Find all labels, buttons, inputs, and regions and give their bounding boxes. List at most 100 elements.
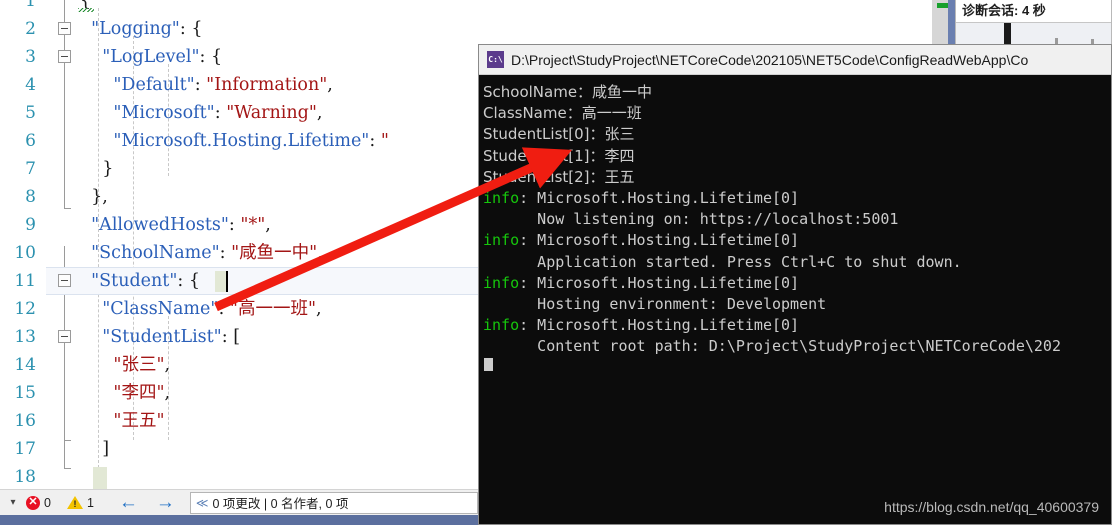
console-line: SchoolName：咸鱼一中 [483, 82, 1111, 103]
diagnostics-title: 诊断会话: 4 秒 [956, 0, 1111, 21]
line-number: 12 [14, 299, 36, 319]
code-token: , [164, 355, 171, 375]
code-line-text: "SchoolName": "咸鱼一中", [80, 239, 323, 267]
code-line[interactable]: 3 "LogLevel": { [0, 43, 478, 71]
code-line-text: "Student": { [80, 267, 200, 295]
editor-status-bar: ▾ ✕ 0 ! 1 ← → ≪ 0 项更改 | 0 名作者, 0 项 [0, 489, 478, 515]
code-line-text: "张三", [80, 351, 170, 379]
code-line-text: "李四", [80, 379, 170, 407]
code-line[interactable]: 12 "ClassName": "高一一班", [0, 295, 478, 323]
code-token: , [164, 383, 171, 403]
diagnostics-panel[interactable]: 诊断会话: 4 秒 [955, 0, 1112, 45]
console-text-segment: info [483, 316, 520, 335]
line-number: 16 [14, 411, 36, 431]
statusbar-dropdown-icon[interactable]: ▾ [0, 497, 26, 508]
console-text-segment: Content root path: D:\Project\StudyProje… [483, 337, 1061, 356]
code-line[interactable]: 14 "张三", [0, 351, 478, 379]
syntax-error-squiggle [78, 8, 94, 12]
console-text-segment: : Microsoft.Hosting.Lifetime[0] [519, 231, 800, 250]
code-line[interactable]: 18 } [0, 463, 478, 491]
diagnostics-green-marker-icon [937, 3, 948, 8]
console-line: info: Microsoft.Hosting.Lifetime[0] [483, 315, 1111, 336]
code-line-text: "AllowedHosts": "*", [80, 211, 271, 239]
source-control-chevron-icon: ≪ [195, 495, 209, 510]
line-number: 1 [25, 0, 36, 11]
code-token: } [80, 159, 114, 179]
line-number: 18 [14, 467, 36, 487]
code-line[interactable]: 8 }, [0, 183, 478, 211]
code-line[interactable]: 13 "StudentList": [ [0, 323, 478, 351]
code-line[interactable]: 1{ [0, 0, 478, 15]
warning-count-item[interactable]: ! 1 [66, 496, 94, 510]
code-line[interactable]: 16 "王五" [0, 407, 478, 435]
line-number: 7 [25, 159, 36, 179]
code-line[interactable]: 9 "AllowedHosts": "*", [0, 211, 478, 239]
line-number: 17 [14, 439, 36, 459]
console-text-segment: StudentList[2]：王五 [483, 167, 635, 186]
fold-toggle-icon[interactable] [58, 330, 71, 343]
code-line[interactable]: 2 "Logging": { [0, 15, 478, 43]
source-control-status[interactable]: ≪ 0 项更改 | 0 名作者, 0 项 [189, 491, 478, 514]
code-token: "高一一班" [229, 299, 317, 319]
code-line-text: "Microsoft.Hosting.Lifetime": " [80, 127, 389, 155]
console-output[interactable]: SchoolName：咸鱼一中 ClassName：高一一班 StudentList… [479, 76, 1111, 524]
code-line[interactable]: 15 "李四", [0, 379, 478, 407]
code-line-text: ] [80, 435, 109, 463]
console-line: Hosting environment: Development [483, 294, 1111, 315]
code-line-text: "StudentList": [ [80, 323, 240, 351]
console-text-segment: Now listening on: https://localhost:5001 [483, 210, 899, 229]
console-line: StudentList[2]：王五 [483, 167, 1111, 188]
code-token: , [327, 75, 333, 95]
code-token: ] [80, 439, 110, 459]
code-token: "李四" [113, 383, 165, 403]
error-count-label: 0 [44, 495, 51, 510]
fold-toggle-icon[interactable] [58, 22, 71, 35]
code-line[interactable]: 6 "Microsoft.Hosting.Lifetime": " [0, 127, 478, 155]
code-line[interactable]: 4 "Default": "Information", [0, 71, 478, 99]
navigate-forward-icon[interactable]: → [156, 493, 175, 512]
code-line-text: } [80, 155, 113, 183]
line-number: 10 [14, 243, 36, 263]
console-cursor [484, 358, 493, 371]
fold-toggle-icon[interactable] [58, 50, 71, 63]
line-number: 4 [25, 75, 36, 95]
code-token: }, [80, 187, 108, 207]
code-token: "张三" [113, 355, 165, 375]
console-title-bar[interactable]: C:\ D:\Project\StudyProject\NETCoreCode\… [479, 45, 1111, 75]
code-token: : { [179, 19, 203, 39]
fold-toggle-icon[interactable] [58, 274, 71, 287]
code-line[interactable]: 11 "Student": { [0, 267, 478, 295]
code-line[interactable]: 5 "Microsoft": "Warning", [0, 99, 478, 127]
code-token: "Microsoft" [80, 103, 215, 123]
text-caret [226, 271, 228, 292]
code-token: , [265, 215, 271, 235]
code-line[interactable]: 17 ] [0, 435, 478, 463]
source-control-label: 0 项更改 | 0 名作者, 0 项 [212, 497, 349, 511]
brace-match-highlight [93, 467, 107, 491]
brace-match-highlight [215, 271, 226, 292]
console-line: Content root path: D:\Project\StudyProje… [483, 336, 1111, 357]
console-line: Application started. Press Ctrl+C to shu… [483, 252, 1111, 273]
code-token: : [228, 215, 241, 235]
diagnostics-timeline-track[interactable] [956, 22, 1111, 44]
code-token: , [316, 103, 323, 123]
line-number: 14 [14, 355, 36, 375]
console-text-segment: StudentList[0]：张三 [483, 125, 635, 144]
error-count-item[interactable]: ✕ 0 [26, 495, 51, 510]
console-text-segment: info [483, 189, 520, 208]
line-number: 9 [25, 215, 36, 235]
code-token: "Logging" [80, 19, 180, 39]
code-token: "Microsoft.Hosting.Lifetime" [80, 131, 370, 151]
console-window[interactable]: C:\ D:\Project\StudyProject\NETCoreCode\… [478, 44, 1112, 525]
code-line-text: "Logging": { [80, 15, 202, 43]
navigate-back-icon[interactable]: ← [119, 493, 138, 512]
console-text-segment: info [483, 231, 520, 250]
code-token: " [380, 131, 389, 151]
code-token: "*" [240, 215, 266, 235]
code-line[interactable]: 7 } [0, 155, 478, 183]
code-token: "咸鱼一中" [231, 243, 318, 263]
code-line[interactable]: 10 "SchoolName": "咸鱼一中", [0, 239, 478, 267]
code-token: : [214, 103, 227, 123]
